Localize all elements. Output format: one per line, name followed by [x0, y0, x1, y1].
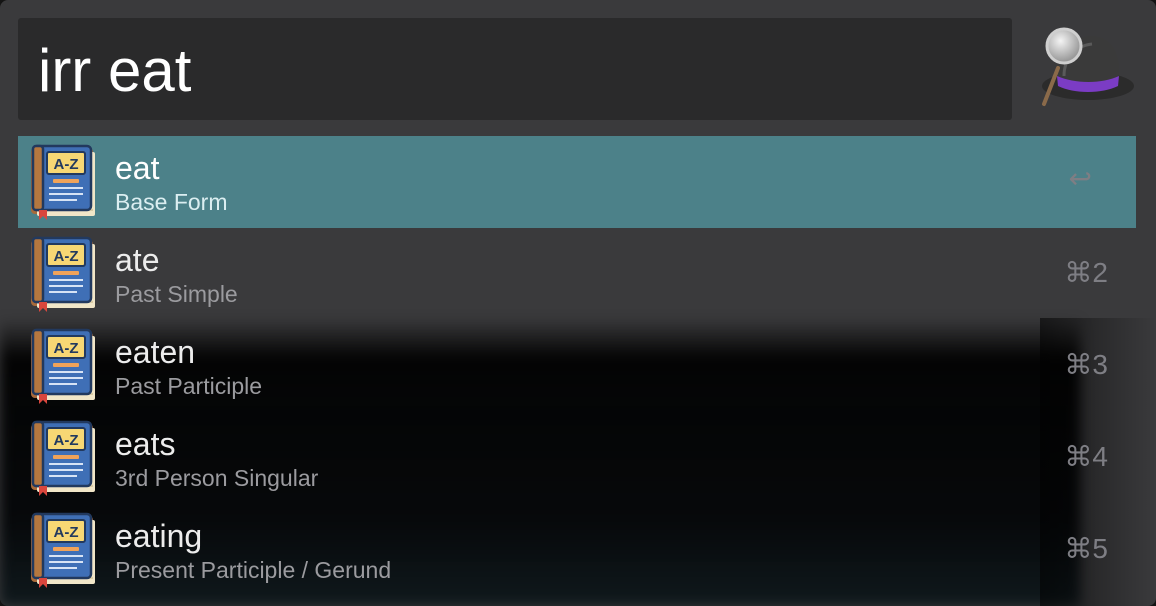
search-input[interactable] — [38, 32, 988, 108]
result-subtitle: Base Form — [115, 189, 228, 215]
dictionary-book-icon: A-Z — [31, 420, 95, 496]
result-row-eating[interactable]: A-Z eating Present Participle / Gerund ⌘… — [18, 504, 1136, 596]
dictionary-book-icon: A-Z — [31, 512, 95, 588]
result-subtitle: Past Participle — [115, 373, 263, 399]
result-title: eat — [115, 150, 160, 186]
results-list: A-Z eat Base Form ↩ A-Z ate Past Simple … — [18, 136, 1136, 596]
dictionary-book-icon: A-Z — [31, 236, 95, 312]
svg-text:A-Z: A-Z — [54, 432, 79, 449]
dictionary-book-icon: A-Z — [31, 328, 95, 404]
result-shortcut: ⌘2 — [1064, 257, 1108, 288]
result-shortcut: ⌘3 — [1064, 349, 1108, 380]
result-title: eating — [115, 518, 203, 554]
alfred-window: A-Z eat Base Form ↩ A-Z — [0, 0, 1156, 606]
dictionary-book-icon: A-Z — [31, 144, 95, 220]
result-row-ate[interactable]: A-Z ate Past Simple ⌘2 — [18, 228, 1136, 320]
svg-text:A-Z: A-Z — [54, 524, 79, 541]
svg-text:A-Z: A-Z — [54, 248, 79, 265]
result-row-eaten[interactable]: A-Z eaten Past Participle ⌘3 — [18, 320, 1136, 412]
alfred-hat-logo-icon — [1042, 27, 1134, 106]
result-shortcut: ⌘5 — [1064, 533, 1108, 564]
result-subtitle: Past Simple — [115, 281, 238, 307]
result-subtitle: 3rd Person Singular — [115, 465, 319, 491]
search-bar[interactable] — [18, 18, 1012, 120]
result-title: ate — [115, 242, 160, 278]
svg-text:A-Z: A-Z — [54, 340, 79, 357]
svg-text:A-Z: A-Z — [54, 156, 79, 173]
return-key-icon: ↩ — [1068, 163, 1092, 194]
result-subtitle: Present Participle / Gerund — [115, 557, 392, 583]
result-row-eats[interactable]: A-Z eats 3rd Person Singular ⌘4 — [18, 412, 1136, 504]
result-shortcut: ⌘4 — [1064, 441, 1108, 472]
result-row-eat[interactable]: A-Z eat Base Form ↩ — [18, 136, 1136, 228]
result-title: eats — [115, 426, 176, 462]
result-title: eaten — [115, 334, 196, 370]
